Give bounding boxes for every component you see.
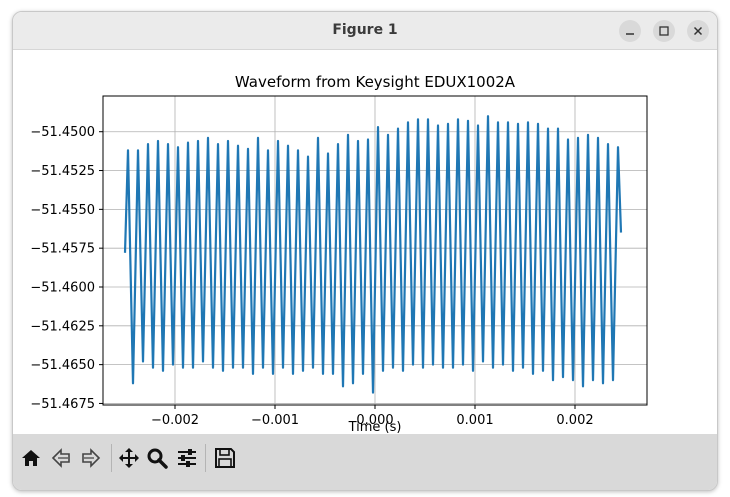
pan-icon: [119, 448, 139, 468]
y-tick-label: −51.4575: [30, 242, 95, 257]
y-tick-label: −51.4650: [30, 358, 95, 373]
pan-button[interactable]: [115, 444, 143, 472]
back-button[interactable]: [47, 444, 75, 472]
close-button[interactable]: [687, 20, 709, 42]
chart-title: Waveform from Keysight EDUX1002A: [235, 73, 516, 91]
configure-subplots-button[interactable]: [173, 444, 201, 472]
configure-subplots-icon: [178, 449, 196, 467]
x-tick-label: 0.001: [456, 413, 493, 428]
y-tick-label: −51.4500: [30, 125, 95, 140]
x-tick-label: −0.001: [251, 413, 299, 428]
zoom-button[interactable]: [143, 444, 171, 472]
x-tick-label: −0.002: [151, 413, 199, 428]
maximize-button[interactable]: [653, 20, 675, 42]
y-tick-label: −51.4625: [30, 319, 95, 334]
close-icon: [693, 26, 703, 36]
figure-window: Figure 1 −0.002 −0.001 0.000 0.001 0.002 −51…: [12, 11, 718, 491]
y-tick-label: −51.4600: [30, 280, 95, 295]
forward-icon: [82, 448, 101, 468]
y-tick-label: −51.4550: [30, 203, 95, 218]
maximize-icon: [659, 26, 669, 36]
home-icon: [22, 450, 40, 466]
y-tick-label: −51.4525: [30, 164, 95, 179]
save-button[interactable]: [211, 444, 239, 472]
home-button[interactable]: [17, 444, 45, 472]
forward-button[interactable]: [77, 444, 105, 472]
y-axis: −51.4500 −51.4525 −51.4550 −51.4575 −51.4600…: [30, 125, 103, 412]
save-icon: [215, 448, 235, 468]
window-title: Figure 1: [332, 22, 398, 38]
zoom-icon: [147, 448, 168, 469]
plot-canvas[interactable]: −0.002 −0.001 0.000 0.001 0.002 −51.4500−51.…: [13, 49, 717, 434]
minimize-button[interactable]: [619, 20, 641, 42]
back-icon: [51, 448, 70, 468]
x-tick-label: 0.002: [556, 413, 593, 428]
x-axis-label: Time (s): [348, 420, 402, 434]
toolbar-separator: [111, 444, 112, 472]
y-tick-label: −51.4675: [30, 397, 95, 412]
toolbar-separator: [205, 444, 206, 472]
minimize-icon: [626, 33, 634, 35]
title-bar: Figure 1: [13, 12, 717, 50]
navigation-toolbar: [13, 434, 717, 490]
